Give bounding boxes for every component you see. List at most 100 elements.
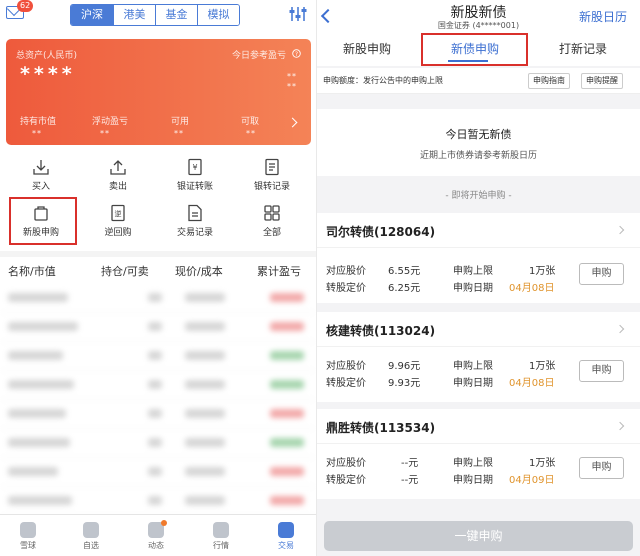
total-assets-value: **** <box>20 63 76 85</box>
holding-mv-value: ** <box>32 129 42 138</box>
conv-price-value: 9.93元 <box>388 378 421 389</box>
nav-feed[interactable]: 动态 <box>136 520 176 551</box>
bank-transfer-button[interactable]: ¥ 银证转账 <box>160 158 230 192</box>
buy-button[interactable]: 买入 <box>6 158 76 192</box>
table-row[interactable] <box>0 284 316 313</box>
ipo-calendar-link[interactable]: 新股日历 <box>579 8 627 25</box>
asset-card[interactable]: 总资产(人民币) 今日参考盈亏 ? **** ** ** 持有市值 浮动盈亏 可… <box>6 39 311 145</box>
nav-label: 行情 <box>213 541 229 550</box>
header: 新股新债 国金证券 (4*****001) 新股日历 新股申购 新债申购 打新记… <box>317 0 640 66</box>
trade-records-button[interactable]: 交易记录 <box>160 204 230 238</box>
withdrawable-label: 可取 <box>241 117 260 127</box>
nav-trade[interactable]: 交易 <box>266 522 306 551</box>
ref-pnl-value-2: ** <box>287 82 297 91</box>
bond-card[interactable]: 核建转债(113024) 对应股价 9.96元 申购上限 1万张 转股定价 9.… <box>317 312 640 402</box>
document-icon <box>188 204 202 222</box>
all-functions-button[interactable]: 全部 <box>237 204 307 238</box>
list-doc-icon <box>265 158 279 176</box>
limit-label: 申购上限 <box>453 361 493 372</box>
chevron-right-icon <box>287 117 298 128</box>
subscribe-button[interactable]: 申购 <box>579 457 624 479</box>
notification-dot <box>161 520 167 526</box>
reverse-repo-label: 逆回购 <box>104 228 132 238</box>
divider <box>0 251 316 257</box>
table-row[interactable] <box>0 487 316 516</box>
table-row[interactable] <box>0 342 316 371</box>
trading-panel: 62 沪深 港美 基金 模拟 总资产(人民币) 今日参考盈亏 ? **** **… <box>0 0 316 556</box>
no-bond-title: 今日暂无新债 <box>445 128 512 141</box>
tab-records[interactable]: 打新记录 <box>559 40 607 57</box>
ipo-bond-panel: 新股新债 国金证券 (4*****001) 新股日历 新股申购 新债申购 打新记… <box>317 0 640 556</box>
divider <box>317 443 640 444</box>
tab-hs[interactable]: 沪深 <box>71 5 113 25</box>
ipo-highlight-box <box>9 197 77 245</box>
limit-label: 申购上限 <box>453 458 493 469</box>
limit-value: 1万张 <box>529 458 556 469</box>
bank-transfer-label: 银证转账 <box>176 182 213 192</box>
chevron-right-icon <box>615 225 625 235</box>
tab-hk-us[interactable]: 港美 <box>113 5 155 25</box>
subscribe-button[interactable]: 申购 <box>579 263 624 285</box>
reverse-repo-button[interactable]: 逆 逆回购 <box>83 204 153 238</box>
date-label: 申购日期 <box>453 475 493 486</box>
nav-xueqiu[interactable]: 雪球 <box>8 522 48 551</box>
tab-simulate[interactable]: 模拟 <box>197 5 239 25</box>
table-row[interactable] <box>0 400 316 429</box>
ref-pnl-value: ** <box>287 72 297 81</box>
sell-button[interactable]: 卖出 <box>83 158 153 192</box>
chevron-right-icon <box>615 324 625 334</box>
conv-price-value: --元 <box>401 475 419 486</box>
col-price[interactable]: 现价/成本 <box>175 263 223 279</box>
bar-chart-icon <box>213 522 229 538</box>
col-holding[interactable]: 持仓/可卖 <box>101 263 149 279</box>
yuan-icon <box>278 522 294 538</box>
table-row[interactable] <box>0 313 316 342</box>
sliders-icon[interactable] <box>289 6 307 22</box>
download-icon <box>33 160 49 175</box>
bond-card[interactable]: 司尔转债(128064) 对应股价 6.55元 申购上限 1万张 转股定价 6.… <box>317 213 640 303</box>
mail-badge: 62 <box>17 0 34 12</box>
bond-card[interactable]: 鼎胜转债(113534) 对应股价 --元 申购上限 1万张 转股定价 --元 … <box>317 409 640 499</box>
reminder-button[interactable]: 申购提醒 <box>581 73 623 89</box>
table-row[interactable] <box>0 371 316 400</box>
question-icon[interactable]: ? <box>292 49 301 58</box>
sell-label: 卖出 <box>108 182 127 192</box>
col-name[interactable]: 名称/市值 <box>8 263 56 279</box>
limit-label: 申购上限 <box>453 266 493 277</box>
available-label: 可用 <box>171 117 190 127</box>
bond-name: 鼎胜转债(113534) <box>326 421 436 435</box>
conv-price-label: 转股定价 <box>326 475 366 486</box>
repo-doc-icon: 逆 <box>111 204 125 222</box>
withdrawable-value: ** <box>246 129 256 138</box>
limit-value: 1万张 <box>529 361 556 372</box>
date-label: 申购日期 <box>453 283 493 294</box>
nav-market[interactable]: 行情 <box>201 522 241 551</box>
market-switch: 沪深 港美 基金 模拟 <box>70 4 240 26</box>
floating-pnl-value: ** <box>100 129 110 138</box>
bottom-nav: 雪球 自选 动态 行情 交易 <box>0 514 316 556</box>
date-value: 04月09日 <box>509 475 555 486</box>
table-row[interactable] <box>0 429 316 458</box>
table-row[interactable] <box>0 458 316 487</box>
col-pnl[interactable]: 累计盈亏 <box>257 263 301 279</box>
bond-name: 核建转债(113024) <box>326 324 436 338</box>
chart-icon <box>83 522 99 538</box>
nav-label: 交易 <box>278 541 294 550</box>
chevron-right-icon <box>615 421 625 431</box>
guide-button[interactable]: 申购指南 <box>528 73 570 89</box>
conv-price-value: 6.25元 <box>388 283 421 294</box>
one-key-subscribe-button[interactable]: 一键申购 <box>324 521 633 551</box>
date-value: 04月08日 <box>509 283 555 294</box>
subscribe-button[interactable]: 申购 <box>579 360 624 382</box>
tab-highlight-box <box>421 33 528 66</box>
no-bond-notice: 今日暂无新债 近期上市债券请参考新股日历 <box>317 109 640 176</box>
transfer-records-button[interactable]: 银转记录 <box>237 158 307 192</box>
tab-new-stock[interactable]: 新股申购 <box>343 40 391 57</box>
nav-watchlist[interactable]: 自选 <box>71 522 111 551</box>
xueqiu-icon <box>20 522 36 538</box>
yuan-doc-icon: ¥ <box>188 158 202 176</box>
svg-text:逆: 逆 <box>115 209 122 218</box>
divider <box>317 346 640 347</box>
tab-fund[interactable]: 基金 <box>155 5 197 25</box>
nav-label: 自选 <box>83 541 99 550</box>
